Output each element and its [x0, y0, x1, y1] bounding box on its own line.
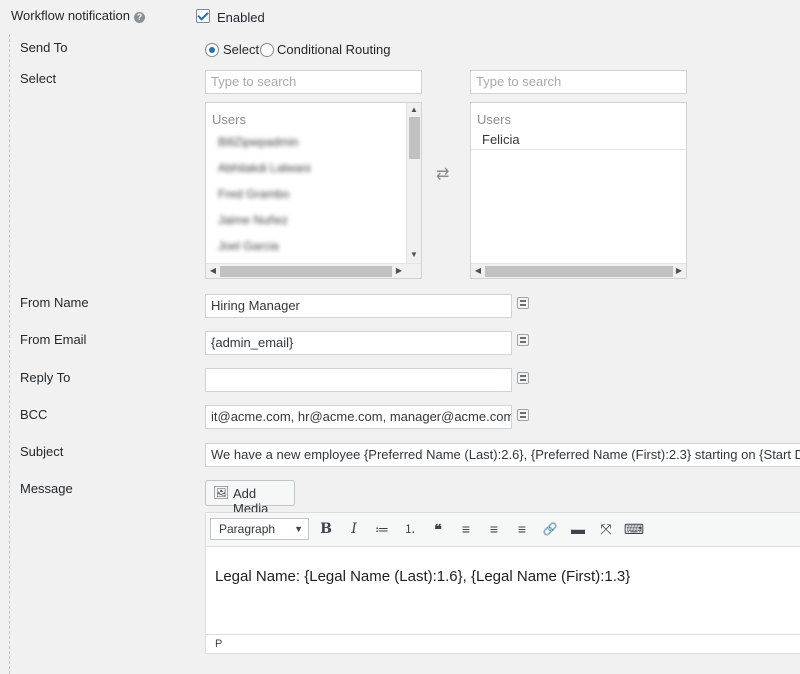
read-more-icon[interactable]: ▬ — [567, 518, 589, 540]
scroll-left-icon[interactable]: ◀ — [473, 265, 483, 277]
reply-to-input[interactable] — [205, 368, 512, 392]
send-to-select-label: Select — [223, 42, 260, 57]
fullscreen-icon[interactable]: ⤧ — [595, 518, 617, 540]
toolbar-toggle-icon[interactable]: ⌨ — [623, 518, 645, 540]
list-item[interactable]: BillZipwpadmin — [218, 135, 299, 149]
vertical-scrollbar[interactable]: ▲ ▼ — [406, 103, 421, 263]
scroll-right-icon[interactable]: ▶ — [394, 265, 404, 277]
available-users-list[interactable]: Users BillZipwpadmin Abhilakdi Lalwani F… — [205, 102, 422, 279]
bcc-input[interactable]: it@acme.com, hr@acme.com, manager@acme.c… — [205, 405, 512, 429]
blockquote-icon[interactable]: ❝ — [427, 518, 449, 540]
merge-tag-icon[interactable] — [517, 297, 529, 309]
indent-guide — [9, 34, 10, 674]
merge-tag-icon[interactable] — [517, 409, 529, 421]
horizontal-scrollbar[interactable]: ◀ ▶ — [206, 263, 421, 278]
scroll-down-icon[interactable]: ▼ — [408, 249, 420, 261]
merge-tag-icon[interactable] — [517, 372, 529, 384]
scroll-right-icon[interactable]: ▶ — [674, 265, 684, 277]
list-item[interactable]: Felicia — [482, 132, 520, 147]
editor-status-bar: P — [206, 634, 800, 653]
from-email-input[interactable]: {admin_email} — [205, 331, 512, 355]
format-select[interactable]: Paragraph ▼ — [210, 518, 309, 540]
from-name-input[interactable]: Hiring Manager — [205, 294, 512, 318]
numbered-list-icon[interactable]: ⒈ — [399, 518, 421, 540]
bullet-list-icon[interactable]: ≔ — [371, 518, 393, 540]
from-name-label: From Name — [20, 295, 89, 310]
available-group-header: Users — [212, 112, 246, 127]
subject-input[interactable]: We have a new employee {Preferred Name (… — [205, 443, 800, 467]
list-item[interactable]: Jaime Nuñez — [218, 213, 288, 227]
format-select-value: Paragraph — [219, 522, 276, 536]
selected-users-list[interactable]: Users Felicia ◀ ▶ — [470, 102, 687, 279]
media-icon: 🖼 — [213, 485, 230, 500]
enabled-label: Enabled — [217, 10, 265, 25]
scroll-up-icon[interactable]: ▲ — [408, 104, 420, 116]
scroll-thumb[interactable] — [220, 266, 392, 277]
workflow-notification-text: Workflow notification — [11, 8, 130, 23]
selected-search-input[interactable]: Type to search — [470, 70, 687, 94]
message-editor[interactable]: Paragraph ▼ B I ≔ ⒈ ❝ ≡ ≡ ≡ 🔗 ▬ ⤧ ⌨ Lega… — [205, 512, 800, 654]
merge-tag-icon[interactable] — [517, 334, 529, 346]
available-search-input[interactable]: Type to search — [205, 70, 422, 94]
italic-icon[interactable]: I — [343, 518, 365, 540]
chevron-down-icon: ▼ — [294, 524, 303, 534]
send-to-select-radio[interactable] — [205, 43, 219, 57]
link-icon[interactable]: 🔗 — [539, 518, 561, 540]
subject-label: Subject — [20, 444, 64, 459]
help-icon[interactable]: ? — [133, 12, 145, 23]
transfer-arrows-icon[interactable]: ⇄ — [436, 164, 449, 184]
bold-icon[interactable]: B — [315, 518, 337, 540]
scroll-left-icon[interactable]: ◀ — [208, 265, 218, 277]
send-to-conditional-label: Conditional Routing — [277, 42, 391, 57]
selected-group-header: Users — [477, 112, 511, 127]
list-item[interactable]: Abhilakdi Lalwani — [218, 161, 311, 175]
send-to-label: Send To — [20, 40, 68, 55]
message-label: Message — [20, 481, 73, 496]
editor-toolbar: Paragraph ▼ B I ≔ ⒈ ❝ ≡ ≡ ≡ 🔗 ▬ ⤧ ⌨ — [206, 513, 800, 547]
list-divider — [471, 149, 686, 150]
message-body-text[interactable]: Legal Name: {Legal Name (Last):1.6}, {Le… — [215, 568, 630, 585]
list-item[interactable]: Fred Grambo — [218, 187, 289, 201]
bcc-label: BCC — [20, 407, 48, 422]
scroll-thumb[interactable] — [409, 117, 420, 159]
align-left-icon[interactable]: ≡ — [455, 518, 477, 540]
align-right-icon[interactable]: ≡ — [511, 518, 533, 540]
enabled-checkbox[interactable] — [196, 9, 210, 23]
select-label: Select — [20, 71, 57, 86]
align-center-icon[interactable]: ≡ — [483, 518, 505, 540]
list-item[interactable]: Joel Garcia — [218, 239, 279, 253]
horizontal-scrollbar[interactable]: ◀ ▶ — [471, 263, 686, 278]
scroll-thumb[interactable] — [485, 266, 673, 277]
send-to-conditional-radio[interactable] — [260, 43, 274, 57]
reply-to-label: Reply To — [20, 370, 71, 385]
workflow-notification-label: Workflow notification? — [11, 8, 145, 23]
add-media-button[interactable]: 🖼 Add Media — [205, 480, 295, 516]
element-path: P — [215, 638, 223, 650]
from-email-label: From Email — [20, 332, 87, 347]
